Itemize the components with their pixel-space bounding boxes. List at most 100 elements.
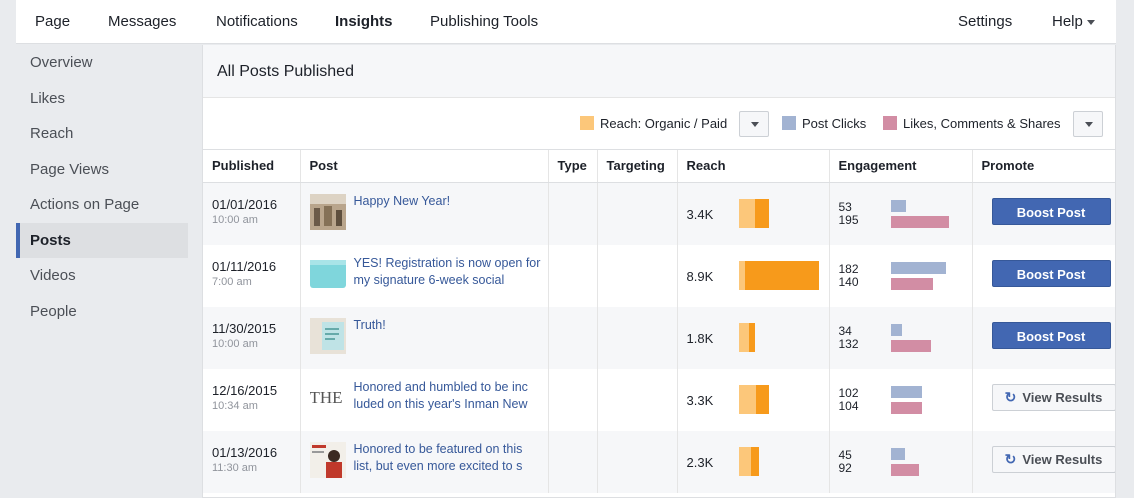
table-header-row: Published Post Type Targeting Reach Enga… bbox=[203, 150, 1115, 183]
type-cell bbox=[548, 306, 598, 369]
nav-help[interactable]: Help bbox=[1052, 0, 1095, 44]
header-type[interactable]: Type bbox=[548, 150, 598, 183]
likes-bar bbox=[890, 339, 931, 352]
sidebar-item-likes[interactable]: Likes bbox=[16, 81, 188, 117]
legend-engagement-label: Likes, Comments & Shares bbox=[903, 116, 1061, 131]
post-clicks-value: 45 bbox=[838, 447, 852, 462]
nav-notifications[interactable]: Notifications bbox=[216, 0, 298, 44]
header-promote[interactable]: Promote bbox=[972, 150, 1115, 183]
engagement-cell: 45 92 bbox=[829, 430, 973, 493]
nav-settings[interactable]: Settings bbox=[958, 0, 1012, 44]
reach-dropdown[interactable] bbox=[739, 111, 769, 137]
table-row[interactable]: 12/16/2015 10:34 am THE Honored and humbl… bbox=[203, 368, 1115, 431]
organic-reach-bar bbox=[738, 446, 751, 476]
targeting-cell bbox=[597, 306, 678, 369]
table-row[interactable]: 11/30/2015 10:00 am Truth! 1.8K 34 132 B… bbox=[203, 306, 1115, 369]
sidebar-item-overview[interactable]: Overview bbox=[16, 45, 188, 81]
boost-post-button[interactable]: Boost Post bbox=[991, 197, 1111, 225]
header-post[interactable]: Post bbox=[300, 150, 549, 183]
likes-value: 195 bbox=[838, 212, 859, 227]
sidebar-item-people[interactable]: People bbox=[16, 294, 188, 330]
post-thumbnail[interactable]: THE bbox=[310, 380, 346, 416]
post-thumbnail[interactable] bbox=[309, 441, 346, 478]
post-date: 11/30/2015 bbox=[212, 320, 277, 336]
header-reach[interactable]: Reach bbox=[677, 150, 830, 183]
post-thumbnail[interactable] bbox=[309, 193, 346, 230]
promote-cell: Boost Post bbox=[972, 182, 1115, 245]
post-link[interactable]: Happy New Year! bbox=[354, 193, 542, 210]
boost-post-button[interactable]: Boost Post bbox=[991, 321, 1111, 349]
nav-publishing-tools[interactable]: Publishing Tools bbox=[430, 0, 538, 44]
posts-panel: All Posts Published Reach: Organic / Pai… bbox=[202, 45, 1116, 498]
clicks-bar bbox=[890, 385, 922, 398]
post-link[interactable]: Honored and humbled to be inc luded on t… bbox=[354, 379, 542, 413]
header-engagement[interactable]: Engagement bbox=[829, 150, 973, 183]
post-thumbnail[interactable] bbox=[309, 317, 346, 354]
clicks-bar bbox=[890, 447, 905, 460]
post-cell: Happy New Year! bbox=[300, 182, 549, 245]
sidebar-item-posts[interactable]: Posts bbox=[16, 222, 188, 258]
table-row[interactable]: 01/13/2016 11:30 am Honored to be feature… bbox=[203, 430, 1115, 493]
boost-post-button[interactable]: Boost Post bbox=[991, 259, 1111, 287]
sidebar-item-actions-on-page[interactable]: Actions on Page bbox=[16, 187, 188, 223]
reach-value: 1.8K bbox=[686, 330, 714, 346]
nav-messages[interactable]: Messages bbox=[108, 0, 176, 44]
post-link[interactable]: Truth! bbox=[354, 317, 542, 334]
likes-value: 140 bbox=[838, 274, 859, 289]
likes-bar bbox=[890, 401, 922, 414]
reach-value: 3.4K bbox=[686, 206, 714, 222]
reach-value: 8.9K bbox=[686, 268, 714, 284]
post-time: 10:00 am bbox=[212, 337, 258, 350]
clicks-swatch-icon bbox=[782, 116, 796, 130]
reach-cell: 8.9K bbox=[677, 244, 830, 307]
post-cell: Honored to be featured on this list, but… bbox=[300, 430, 549, 493]
organic-reach-bar bbox=[738, 198, 755, 228]
chevron-down-icon bbox=[1086, 19, 1095, 25]
view-results-button[interactable]: ↻ View Results bbox=[991, 383, 1115, 411]
registration-thumbnail-icon bbox=[309, 255, 346, 292]
post-clicks-value: 53 bbox=[838, 199, 852, 214]
paid-reach-bar bbox=[748, 322, 755, 352]
post-link[interactable]: Honored to be featured on this list, but… bbox=[354, 441, 542, 475]
truth-thumbnail-icon bbox=[309, 317, 346, 354]
sidebar-item-reach[interactable]: Reach bbox=[16, 116, 188, 152]
refresh-icon: ↻ bbox=[1004, 388, 1017, 405]
nav-page[interactable]: Page bbox=[35, 0, 70, 44]
published-cell: 01/01/2016 10:00 am bbox=[203, 182, 301, 245]
post-time: 11:30 am bbox=[212, 461, 258, 474]
featured-list-thumbnail-icon bbox=[309, 441, 346, 478]
legend-engagement: Likes, Comments & Shares bbox=[883, 114, 1061, 134]
promote-cell: ↻ View Results bbox=[972, 430, 1115, 493]
legend-clicks-label: Post Clicks bbox=[802, 116, 867, 131]
paid-reach-bar bbox=[754, 198, 769, 228]
engagement-cell: 102 104 bbox=[829, 368, 973, 431]
table-row[interactable]: 01/11/2016 7:00 am YES! Registration is n… bbox=[203, 244, 1115, 307]
organic-reach-bar bbox=[738, 384, 756, 414]
post-date: 12/16/2015 bbox=[212, 382, 278, 398]
clicks-bar bbox=[890, 199, 906, 212]
nav-insights[interactable]: Insights bbox=[335, 0, 393, 44]
type-cell bbox=[548, 368, 598, 431]
header-published[interactable]: Published bbox=[203, 150, 301, 183]
post-cell: THE Honored and humbled to be inc luded … bbox=[300, 368, 549, 431]
sidebar-item-page-views[interactable]: Page Views bbox=[16, 152, 188, 188]
engagement-dropdown[interactable] bbox=[1073, 111, 1103, 137]
table-row[interactable]: 01/01/2016 10:00 am Happy New Year! 3.4K … bbox=[203, 182, 1115, 245]
post-clicks-value: 34 bbox=[838, 323, 852, 338]
sidebar-item-videos[interactable]: Videos bbox=[16, 258, 188, 294]
type-cell bbox=[548, 430, 598, 493]
thumbnail-text: THE bbox=[309, 387, 343, 407]
view-results-button[interactable]: ↻ View Results bbox=[991, 445, 1115, 473]
likes-value: 104 bbox=[838, 398, 859, 413]
chevron-down-icon bbox=[1085, 122, 1093, 127]
view-results-label: View Results bbox=[1022, 451, 1103, 467]
reach-cell: 2.3K bbox=[677, 430, 830, 493]
reach-value: 2.3K bbox=[686, 454, 714, 470]
likes-value: 132 bbox=[838, 336, 859, 351]
post-thumbnail[interactable] bbox=[309, 255, 346, 292]
header-targeting[interactable]: Targeting bbox=[597, 150, 678, 183]
targeting-cell bbox=[597, 182, 678, 245]
promote-cell: ↻ View Results bbox=[972, 369, 1115, 431]
post-clicks-value: 102 bbox=[838, 385, 859, 400]
post-link[interactable]: YES! Registration is now open for my sig… bbox=[354, 255, 542, 289]
